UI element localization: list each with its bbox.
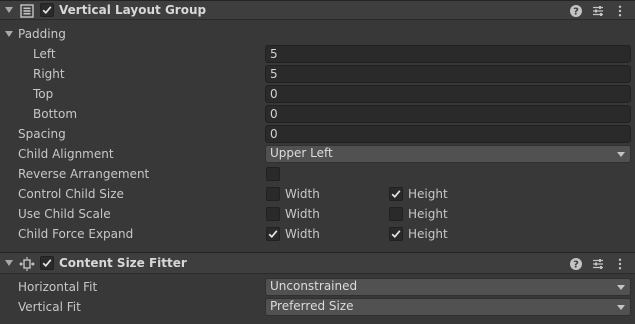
- child-alignment-dropdown[interactable]: Upper Left: [265, 145, 631, 163]
- padding-bottom-row: Bottom 0: [0, 104, 635, 124]
- spacing-label: Spacing: [18, 127, 66, 141]
- spacing-input[interactable]: 0: [265, 125, 631, 143]
- reverse-arrangement-label: Reverse Arrangement: [18, 167, 150, 181]
- use-child-scale-height-checkbox[interactable]: [389, 207, 403, 221]
- child-force-expand-row: Child Force Expand Width Height: [0, 224, 635, 244]
- padding-top-label: Top: [33, 87, 54, 101]
- foldout-expanded-icon[interactable]: [5, 7, 13, 13]
- checkmark-icon: [391, 230, 401, 239]
- vertical-layout-group-header[interactable]: Vertical Layout Group ?: [0, 0, 635, 20]
- layout-group-icon: [19, 3, 35, 19]
- use-child-scale-label: Use Child Scale: [18, 207, 111, 221]
- foldout-expanded-icon[interactable]: [5, 260, 13, 266]
- checkmark-icon: [391, 190, 401, 199]
- padding-foldout-icon[interactable]: [5, 31, 13, 37]
- child-alignment-label: Child Alignment: [18, 147, 114, 161]
- content-size-fitter-enabled-checkbox[interactable]: [40, 256, 54, 270]
- child-alignment-value: Upper Left: [270, 146, 333, 160]
- vertical-fit-label: Vertical Fit: [18, 300, 81, 314]
- padding-foldout[interactable]: Padding: [0, 24, 635, 44]
- height-label: Height: [408, 207, 448, 221]
- width-label: Width: [285, 207, 320, 221]
- vertical-layout-group-enabled-checkbox[interactable]: [40, 3, 54, 17]
- vertical-fit-dropdown[interactable]: Preferred Size: [265, 298, 631, 316]
- padding-bottom-input[interactable]: 0: [265, 105, 631, 123]
- horizontal-fit-dropdown[interactable]: Unconstrained: [265, 278, 631, 296]
- control-child-size-width-checkbox[interactable]: [266, 187, 280, 201]
- checkmark-icon: [268, 230, 278, 239]
- spacing-row: Spacing 0: [0, 124, 635, 144]
- preset-sliders-icon[interactable]: [591, 4, 605, 18]
- use-child-scale-width-checkbox[interactable]: [266, 207, 280, 221]
- padding-right-input[interactable]: 5: [265, 65, 631, 83]
- horizontal-fit-label: Horizontal Fit: [18, 280, 98, 294]
- horizontal-fit-row: Horizontal Fit Unconstrained: [0, 277, 635, 297]
- reverse-arrangement-checkbox[interactable]: [266, 167, 280, 181]
- use-child-scale-row: Use Child Scale Width Height: [0, 204, 635, 224]
- padding-bottom-label: Bottom: [33, 107, 78, 121]
- padding-left-input[interactable]: 5: [265, 45, 631, 63]
- padding-top-row: Top 0: [0, 84, 635, 104]
- height-label: Height: [408, 227, 448, 241]
- padding-left-row: Left 5: [0, 44, 635, 64]
- more-vertical-icon[interactable]: [613, 4, 627, 18]
- svg-text:?: ?: [573, 7, 579, 18]
- vertical-fit-value: Preferred Size: [270, 299, 354, 313]
- child-force-expand-label: Child Force Expand: [18, 227, 134, 241]
- content-size-fitter-icon: [19, 256, 35, 272]
- svg-text:?: ?: [573, 260, 579, 271]
- padding-right-row: Right 5: [0, 64, 635, 84]
- component-title: Content Size Fitter: [59, 256, 187, 270]
- more-vertical-icon[interactable]: [613, 257, 627, 271]
- control-child-size-label: Control Child Size: [18, 187, 124, 201]
- reverse-arrangement-row: Reverse Arrangement: [0, 164, 635, 184]
- height-label: Height: [408, 187, 448, 201]
- child-force-expand-width-checkbox[interactable]: [266, 227, 280, 241]
- help-icon[interactable]: ?: [569, 4, 583, 18]
- vertical-fit-row: Vertical Fit Preferred Size: [0, 297, 635, 317]
- content-size-fitter-header[interactable]: Content Size Fitter ?: [0, 252, 635, 274]
- chevron-down-icon: [617, 305, 625, 310]
- horizontal-fit-value: Unconstrained: [270, 279, 358, 293]
- chevron-down-icon: [617, 285, 625, 290]
- chevron-down-icon: [617, 152, 625, 157]
- component-title: Vertical Layout Group: [59, 3, 207, 17]
- width-label: Width: [285, 227, 320, 241]
- help-icon[interactable]: ?: [569, 257, 583, 271]
- control-child-size-height-checkbox[interactable]: [389, 187, 403, 201]
- padding-label: Padding: [18, 27, 66, 41]
- child-force-expand-height-checkbox[interactable]: [389, 227, 403, 241]
- width-label: Width: [285, 187, 320, 201]
- padding-top-input[interactable]: 0: [265, 85, 631, 103]
- preset-sliders-icon[interactable]: [591, 257, 605, 271]
- padding-left-label: Left: [33, 47, 56, 61]
- padding-right-label: Right: [33, 67, 65, 81]
- control-child-size-row: Control Child Size Width Height: [0, 184, 635, 204]
- child-alignment-row: Child Alignment Upper Left: [0, 144, 635, 164]
